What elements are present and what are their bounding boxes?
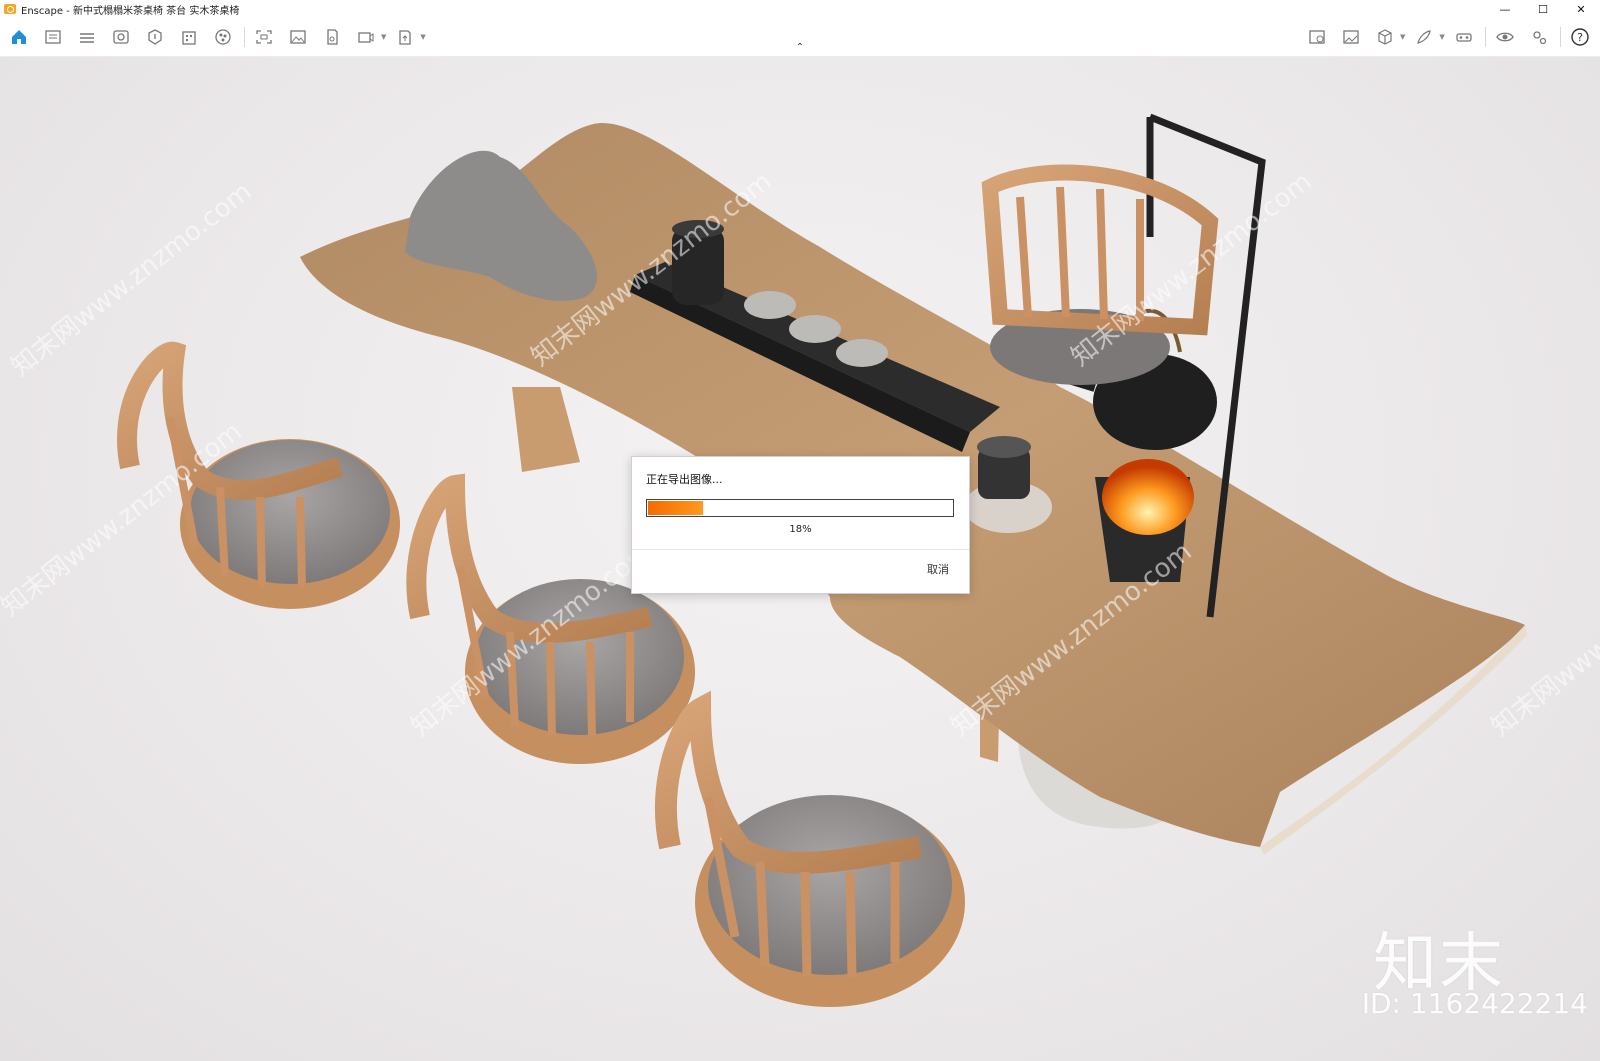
settings-icon[interactable] [1526, 26, 1552, 48]
toolbar-separator [244, 27, 245, 47]
gallery-icon[interactable] [1338, 26, 1364, 48]
close-button[interactable]: ✕ [1562, 0, 1600, 18]
chevron-down-icon[interactable]: ▼ [1400, 33, 1405, 41]
toolbar-left-group: ▼ ▼ [6, 26, 432, 48]
asset-library-icon[interactable] [142, 26, 168, 48]
enscape-logo-icon [4, 4, 16, 14]
maximize-button[interactable]: ☐ [1524, 0, 1562, 18]
help-icon[interactable]: ? [1567, 26, 1593, 48]
batch-render-icon[interactable] [319, 26, 345, 48]
collapse-toolbar-icon[interactable]: ⌃ [793, 42, 807, 53]
title-bar: Enscape - 新中式榻榻米茶桌椅 茶台 实木茶桌椅 — ☐ ✕ [0, 0, 1600, 18]
dialog-title: 正在导出图像... [646, 473, 723, 486]
chevron-down-icon[interactable]: ▼ [420, 33, 425, 41]
progress-percent: 18% [789, 524, 812, 535]
chevron-down-icon[interactable]: ▼ [1439, 33, 1444, 41]
chair-front [655, 690, 965, 1007]
export-progress-dialog: 正在导出图像... 18% 取消 [631, 456, 970, 594]
toolbar-separator [1484, 27, 1486, 47]
progress-bar-fill [648, 501, 703, 515]
box-icon[interactable] [1372, 26, 1398, 48]
site-context-icon[interactable] [1304, 26, 1330, 48]
upload-icon[interactable] [392, 26, 418, 48]
bim-icon[interactable] [74, 26, 100, 48]
enscape-window: Enscape - 新中式榻榻米茶桌椅 茶台 实木茶桌椅 — ☐ ✕ ▼ ▼ ▼… [0, 0, 1600, 1061]
sidebar-icon[interactable] [40, 26, 66, 48]
visual-settings-icon[interactable] [108, 26, 134, 48]
toolbar-separator [1559, 27, 1561, 47]
minimize-button[interactable]: — [1486, 0, 1524, 18]
image-export-icon[interactable] [285, 26, 311, 48]
screenshot-icon[interactable] [251, 26, 277, 48]
window-title: Enscape - 新中式榻榻米茶桌椅 茶台 实木茶桌椅 [21, 5, 240, 17]
dialog-divider [632, 549, 969, 550]
cancel-button[interactable]: 取消 [927, 561, 949, 577]
svg-text:?: ? [1577, 31, 1583, 44]
home-icon[interactable] [6, 26, 32, 48]
eye-icon[interactable] [1492, 26, 1518, 48]
toolbar-right-group: ▼ ▼ ? [1304, 26, 1600, 48]
progress-bar [646, 499, 954, 517]
chevron-down-icon[interactable]: ▼ [381, 33, 386, 41]
watermark-id: ID: 1162422214 [1361, 987, 1588, 1020]
diagonal-watermark-text: 知末网www.znzmo.com [6, 177, 258, 383]
material-icon[interactable] [210, 26, 236, 48]
building-icon[interactable] [176, 26, 202, 48]
video-export-icon[interactable] [353, 26, 379, 48]
feather-icon[interactable] [1411, 26, 1437, 48]
vr-icon[interactable] [1451, 26, 1477, 48]
window-controls: — ☐ ✕ [1486, 0, 1600, 18]
